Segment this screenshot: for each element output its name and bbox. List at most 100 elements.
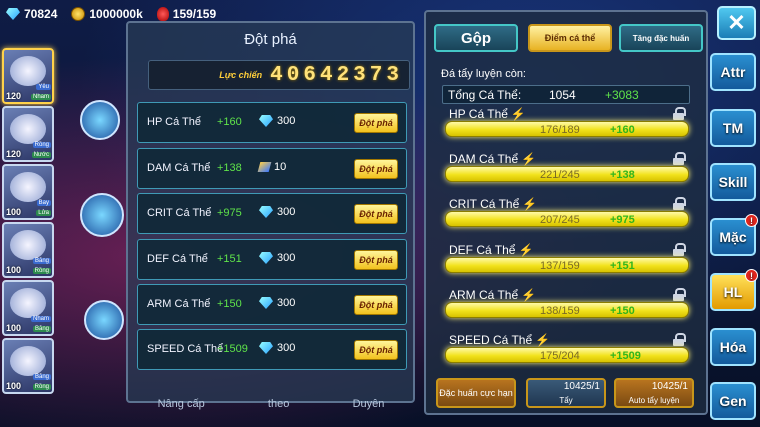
bolt-icon: ⚡ (521, 152, 537, 166)
side-tab-hl[interactable]: HL! (710, 269, 758, 311)
stat-bar: 207/245 +975 (445, 211, 689, 227)
stat-label: CRIT Cá Thể (449, 197, 520, 211)
stat-name: CRIT Cá Thể (147, 207, 212, 219)
cost: 10 (257, 161, 286, 173)
team-card[interactable]: Bay Lửa 100 (2, 164, 54, 220)
total-row: Tổng Cá Thể: 1054 +3083 (442, 85, 690, 104)
stat-bonus: +150 (610, 305, 635, 317)
panel-title: Đột phá (244, 31, 297, 48)
stat-value: 207/245 (540, 214, 580, 226)
skill-orb-icon[interactable] (80, 100, 120, 140)
cost: 300 (259, 252, 295, 264)
breakthrough-button[interactable]: Đột phá (354, 113, 398, 133)
stat-value: 176/189 (540, 124, 580, 136)
type-tag: Nham (30, 94, 51, 100)
stat-name: CRIT Cá Thể ⚡ (449, 197, 537, 211)
tab-merge[interactable]: Gộp (434, 24, 518, 52)
breakthrough-row: ARM Cá Thể +150 300 Đột phá (137, 284, 407, 325)
type-tag: Băng (32, 374, 51, 380)
alert-badge: ! (745, 269, 758, 282)
side-tab-skill[interactable]: Skill (710, 163, 756, 201)
auto-wash-button[interactable]: 10425/1 Auto tẩy luyện (614, 378, 694, 408)
breakthrough-row: DEF Cá Thể +151 300 Đột phá (137, 239, 407, 280)
side-tab-equip[interactable]: Mặc! (710, 214, 758, 256)
stamina-value: 159/159 (172, 7, 217, 21)
breakthrough-button[interactable]: Đột phá (354, 159, 398, 179)
breakthrough-button[interactable]: Đột phá (354, 340, 398, 360)
tab-special-training[interactable]: Tăng đặc huấn (619, 24, 703, 52)
special-training-button[interactable]: Đặc huấn cực hạn (436, 378, 516, 408)
auto-count: 10425/1 (651, 381, 688, 392)
breakthrough-row: SPEED Cá Thể +1509 300 Đột phá (137, 329, 407, 370)
level-label: 120 (6, 149, 22, 159)
wash-button[interactable]: 10425/1 Tẩy (526, 378, 606, 408)
stat-bonus: +160 (217, 116, 242, 128)
lock-orb-icon[interactable] (80, 193, 124, 237)
wash-label: Tẩy (559, 396, 573, 405)
lock-icon[interactable] (673, 333, 686, 346)
side-tab-tm[interactable]: TM (710, 109, 756, 147)
stat-bonus: +975 (610, 214, 635, 226)
stat-name: ARM Cá Thể (147, 298, 211, 310)
nav-upgrade[interactable]: Nâng cấp (158, 398, 205, 410)
element-wheel-icon[interactable] (84, 300, 124, 340)
gem-icon (259, 206, 273, 218)
breakthrough-row: CRIT Cá Thể +975 300 Đột phá (137, 193, 407, 234)
stamina-counter: 159/159 (156, 7, 217, 21)
stat-value: 175/204 (540, 350, 580, 362)
total-label: Tổng Cá Thể: (448, 87, 522, 102)
lock-icon[interactable] (673, 243, 686, 256)
stat-name: HP Cá Thể ⚡ (449, 107, 526, 121)
breakthrough-button[interactable]: Đột phá (354, 250, 398, 270)
stat-name: DEF Cá Thể ⚡ (449, 243, 533, 257)
bolt-icon: ⚡ (535, 333, 551, 347)
type-tag: Rồng (32, 142, 51, 148)
cost: 300 (259, 297, 295, 309)
side-tab-attr[interactable]: Attr (710, 53, 756, 91)
side-tab-gen[interactable]: Gen (710, 382, 756, 420)
stat-label: ARM Cá Thể (449, 288, 519, 302)
monster-portrait (10, 346, 46, 376)
cost-value: 300 (277, 297, 296, 309)
potion-icon (156, 7, 169, 21)
lock-icon[interactable] (673, 197, 686, 210)
team-card[interactable]: Băng Rồng 100 (2, 222, 54, 278)
total-value: 1054 (549, 87, 576, 102)
nav-follow[interactable]: theo (268, 398, 289, 410)
breakthrough-row: HP Cá Thể +160 300 Đột phá (137, 102, 407, 143)
stat-name: DEF Cá Thể (147, 253, 208, 265)
stat-value: 137/159 (540, 260, 580, 272)
close-button[interactable]: ✕ (717, 6, 756, 40)
stat-label: SPEED Cá Thể (449, 333, 533, 347)
stat-label: HP Cá Thể (449, 107, 508, 121)
combat-power: Lực chiến 40642373 (148, 60, 410, 90)
team-card[interactable]: Rồng Nước 120 (2, 106, 54, 162)
monster-portrait (10, 230, 46, 260)
bolt-icon: ⚡ (518, 243, 534, 257)
tab-individual-points[interactable]: Điểm cá thể (528, 24, 612, 52)
breakthrough-button[interactable]: Đột phá (354, 204, 398, 224)
team-card[interactable]: Nham Băng 100 (2, 280, 54, 336)
lock-icon[interactable] (673, 152, 686, 165)
level-label: 100 (6, 381, 22, 391)
lock-icon[interactable] (673, 288, 686, 301)
training-panel: Gộp Điểm cá thể Tăng đặc huấn Đá tẩy luy… (424, 10, 708, 415)
gem-icon (6, 8, 20, 20)
team-card[interactable]: Băng Rồng 100 (2, 338, 54, 394)
stat-row: SPEED Cá Thể ⚡ 175/204 +1509 (443, 333, 692, 377)
lock-icon[interactable] (673, 107, 686, 120)
side-tab-transform[interactable]: Hóa (710, 328, 756, 366)
gem-icon (259, 115, 273, 127)
breakthrough-button[interactable]: Đột phá (354, 295, 398, 315)
wash-count: 10425/1 (563, 381, 600, 392)
cost-value: 300 (277, 206, 296, 218)
cost-value: 300 (277, 115, 296, 127)
type-tag: Nham (30, 316, 51, 322)
gem-icon (259, 252, 273, 264)
nav-fate[interactable]: Duyên (353, 398, 385, 410)
stat-value: 138/159 (540, 305, 580, 317)
stat-row: CRIT Cá Thể ⚡ 207/245 +975 (443, 197, 692, 241)
team-card[interactable]: Yêu Nham 120 (2, 48, 54, 104)
cost-value: 300 (277, 342, 296, 354)
close-icon: ✕ (727, 10, 746, 35)
